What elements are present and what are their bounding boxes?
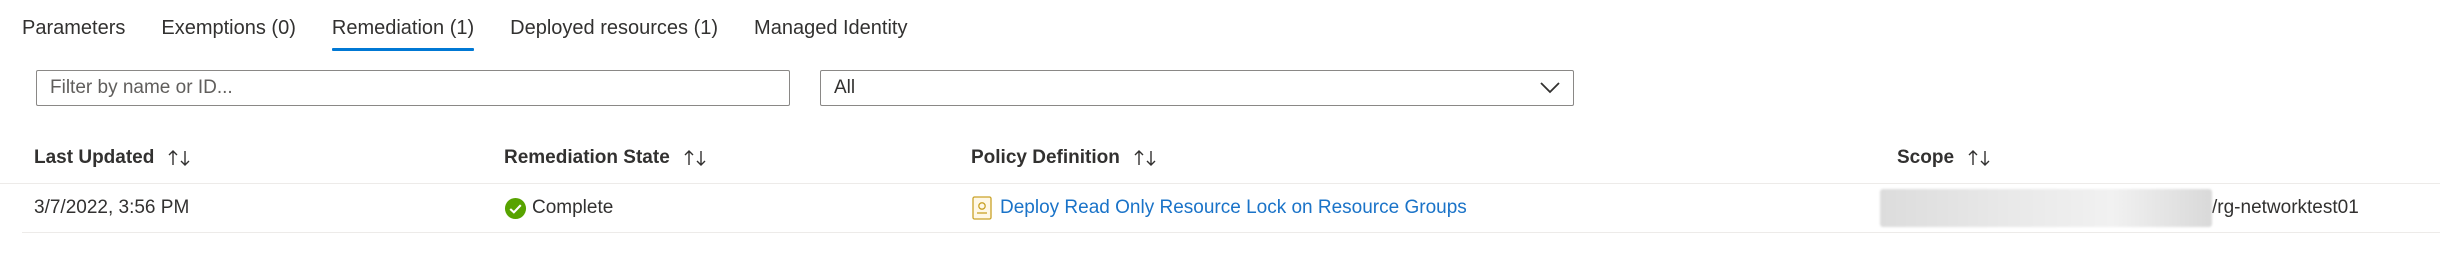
column-header-remediation-state[interactable]: Remediation State	[504, 133, 708, 183]
tab-exemptions[interactable]: Exemptions (0)	[161, 0, 296, 56]
tab-parameters[interactable]: Parameters	[22, 0, 125, 56]
policy-definition-icon	[972, 196, 992, 220]
remediation-state-dropdown[interactable]: All	[820, 70, 1574, 106]
tab-remediation[interactable]: Remediation (1)	[331, 0, 475, 56]
cell-policy-definition: Deploy Read Only Resource Lock on Resour…	[972, 184, 1467, 232]
check-circle-icon	[504, 197, 527, 220]
column-label: Scope	[1897, 147, 1955, 168]
column-label: Last Updated	[34, 147, 155, 168]
column-header-last-updated[interactable]: Last Updated	[34, 133, 192, 183]
chevron-down-icon	[1540, 82, 1560, 94]
column-label: Remediation State	[504, 147, 670, 168]
table-row[interactable]: 3/7/2022, 3:56 PM Complete Deploy Read O…	[22, 184, 2440, 233]
scope-text: /rg-networktest01	[2212, 197, 2359, 218]
sort-updown-icon[interactable]	[1132, 148, 1158, 168]
column-label: Policy Definition	[971, 147, 1120, 168]
policy-definition-link[interactable]: Deploy Read Only Resource Lock on Resour…	[1000, 197, 1467, 219]
redacted-scope-prefix	[1880, 189, 2212, 227]
sort-updown-icon[interactable]	[682, 148, 708, 168]
cell-last-updated: 3/7/2022, 3:56 PM	[34, 197, 190, 218]
sort-updown-icon[interactable]	[1966, 148, 1992, 168]
filter-search-input[interactable]	[36, 70, 790, 106]
cell-scope: /rg-networktest01	[1880, 184, 2359, 232]
tab-managed-identity[interactable]: Managed Identity	[754, 0, 907, 56]
column-header-scope[interactable]: Scope	[1897, 133, 1992, 183]
table-header: Last Updated Remediation State Policy De…	[0, 133, 2440, 184]
column-header-policy-definition[interactable]: Policy Definition	[971, 133, 1158, 183]
sort-updown-icon[interactable]	[166, 148, 192, 168]
status-text: Complete	[532, 197, 614, 218]
tab-bar: Parameters Exemptions (0) Remediation (1…	[22, 0, 943, 56]
cell-remediation-state: Complete	[504, 184, 613, 232]
dropdown-selected-value: All	[834, 77, 856, 98]
tab-deployed-resources[interactable]: Deployed resources (1)	[510, 0, 718, 56]
